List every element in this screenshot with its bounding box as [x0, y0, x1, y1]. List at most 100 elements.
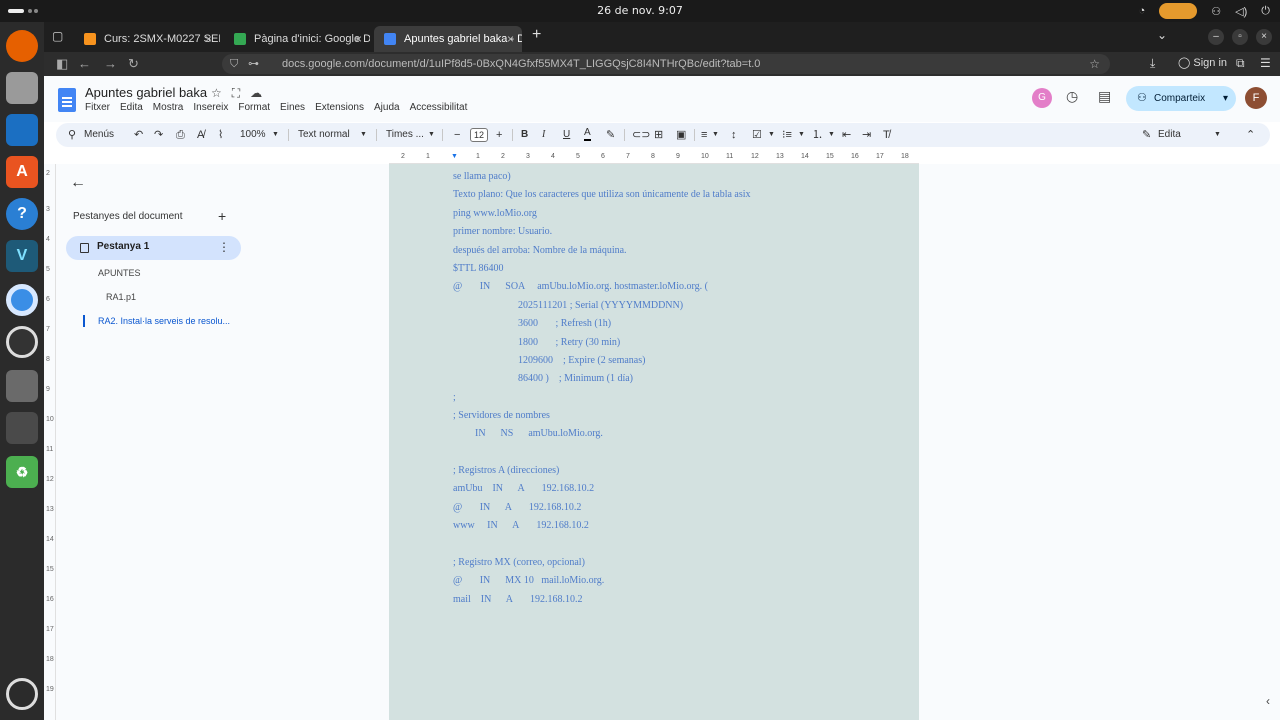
reload-icon[interactable]: ↻ — [128, 56, 139, 72]
virtualbox-icon[interactable]: V — [6, 240, 38, 272]
zoom-dropdown-icon[interactable]: ▼ — [272, 123, 279, 147]
clear-formatting-icon[interactable]: T̸ — [883, 123, 890, 147]
account-avatar[interactable]: F — [1245, 87, 1267, 109]
trash-icon[interactable]: ♻ — [6, 456, 38, 488]
underline-icon[interactable]: U — [563, 123, 570, 147]
address-bar[interactable]: ⛉ ⊶ docs.google.com/document/d/1uIPf8d5-… — [222, 54, 1110, 74]
search-menus-input[interactable]: Menús — [84, 123, 114, 147]
search-icon[interactable]: ⚲ — [68, 123, 76, 147]
minimize-icon[interactable]: – — [1208, 29, 1224, 45]
font-select[interactable]: Times ... — [386, 123, 424, 147]
chromium-icon[interactable] — [6, 284, 38, 316]
line-spacing-icon[interactable]: ↕ — [731, 123, 737, 147]
menu-accessibility[interactable]: Accessibilitat — [410, 102, 468, 113]
add-comment-icon[interactable]: ⊞ — [654, 123, 663, 147]
browser-menu-icon[interactable]: ☰ — [1260, 56, 1271, 70]
menu-help[interactable]: Ajuda — [374, 102, 400, 113]
close-window-icon[interactable]: × — [1256, 29, 1272, 45]
writer-icon[interactable] — [6, 114, 38, 146]
help-icon[interactable]: ? — [6, 198, 38, 230]
version-history-icon[interactable]: ◷ — [1066, 88, 1078, 105]
menu-edit[interactable]: Edita — [120, 102, 143, 113]
insert-image-icon[interactable]: ▣ — [676, 123, 686, 147]
decrease-font-size-icon[interactable]: − — [454, 123, 460, 147]
forward-icon[interactable]: → — [104, 56, 117, 71]
collaborator-avatar[interactable]: G — [1032, 88, 1052, 108]
outline-item-apuntes[interactable]: APUNTES — [98, 268, 141, 278]
checklist-dropdown-icon[interactable]: ▼ — [768, 123, 775, 147]
highlight-color-icon[interactable]: ✎ — [606, 123, 615, 147]
files-icon[interactable] — [6, 72, 38, 104]
align-icon[interactable]: ≡ — [701, 123, 707, 147]
zoom-select[interactable]: 100% — [240, 123, 266, 147]
system-clock[interactable]: 26 de nov. 9:07 — [0, 4, 1280, 17]
document-page[interactable]: se llama paco) Texto plano: Que los cara… — [389, 164, 919, 720]
tab-moodle-course[interactable]: Curs: 2SMX-M0227 SERVE × — [74, 26, 220, 52]
site-info-icon[interactable]: ⊶ — [248, 54, 259, 74]
outline-item-ra1[interactable]: RA1.p1 — [106, 292, 136, 302]
menu-tools[interactable]: Eines — [280, 102, 305, 113]
vertical-ruler[interactable]: 2 3 4 5 6 7 8 9 10 11 12 13 14 15 16 17 … — [44, 164, 56, 720]
undo-icon[interactable]: ↶ — [134, 123, 143, 147]
horizontal-ruler[interactable]: 2 1 ▼ 1 2 3 4 5 6 7 8 9 10 11 12 13 14 1… — [389, 152, 919, 164]
sign-in-button[interactable]: ◯ Sign in — [1178, 56, 1227, 69]
pencil-icon[interactable]: ✎ — [1142, 123, 1151, 147]
tab-close-icon[interactable]: × — [205, 26, 212, 52]
numbered-list-icon[interactable]: ⒈ — [812, 123, 823, 147]
star-icon[interactable]: ☆ — [211, 86, 222, 101]
download-icon[interactable]: ⤓ — [1150, 56, 1155, 71]
firefox-icon[interactable] — [6, 30, 38, 62]
network-icon[interactable]: ⚇ — [1211, 5, 1221, 18]
style-dropdown-icon[interactable]: ▼ — [360, 123, 367, 147]
hide-menus-icon[interactable]: ⌃ — [1246, 123, 1255, 147]
font-size-input[interactable]: 12 — [470, 128, 488, 142]
power-icon[interactable]: ⏻ — [1261, 5, 1270, 18]
add-tab-icon[interactable]: + — [218, 208, 226, 224]
volume-icon[interactable]: ◁) — [1235, 5, 1247, 18]
screen-recorder-icon[interactable] — [1159, 3, 1198, 19]
bulleted-list-dropdown-icon[interactable]: ▼ — [798, 123, 805, 147]
back-icon[interactable]: ← — [78, 56, 91, 71]
tab-close-icon[interactable]: × — [507, 26, 514, 52]
redo-icon[interactable]: ↷ — [154, 123, 163, 147]
side-panel-icon[interactable]: ◧ — [56, 56, 68, 72]
app-tray-icon[interactable]: ◔ — [1139, 5, 1146, 17]
checklist-icon[interactable]: ☑ — [752, 123, 762, 147]
increase-font-size-icon[interactable]: + — [496, 123, 502, 147]
insert-link-icon[interactable]: ⊂⊃ — [632, 123, 650, 147]
app-center-icon[interactable]: A — [6, 156, 38, 188]
show-apps-icon[interactable] — [6, 678, 38, 710]
move-folder-icon[interactable]: ⛶ — [232, 86, 240, 101]
doc-link[interactable]: www.loMio.org — [473, 208, 537, 219]
font-dropdown-icon[interactable]: ▼ — [428, 123, 435, 147]
paint-format-icon[interactable]: ⌇ — [218, 123, 223, 147]
indent-marker-icon[interactable]: ▼ — [451, 153, 458, 160]
tab-list-chevron-icon[interactable]: ⌄ — [1157, 28, 1167, 42]
decrease-indent-icon[interactable]: ⇤ — [842, 123, 851, 147]
ssd-drive-icon[interactable] — [6, 370, 38, 402]
menu-extensions[interactable]: Extensions — [315, 102, 364, 113]
explore-chevron-icon[interactable]: ‹ — [1266, 694, 1270, 708]
share-button[interactable]: ⚇ Comparteix ▾ — [1126, 86, 1236, 111]
document-title[interactable]: Apuntes gabriel baka — [85, 85, 207, 100]
tab-options-icon[interactable]: ⋮ — [218, 240, 230, 254]
url-text[interactable]: docs.google.com/document/d/1uIPf8d5-0BxQ… — [282, 58, 760, 70]
bold-icon[interactable]: B — [521, 123, 528, 147]
numbered-list-dropdown-icon[interactable]: ▼ — [828, 123, 835, 147]
spellcheck-icon[interactable]: A̸ — [197, 123, 204, 147]
mode-dropdown-icon[interactable]: ▼ — [1214, 123, 1221, 147]
shield-icon[interactable]: ⛉ — [230, 54, 238, 74]
align-dropdown-icon[interactable]: ▼ — [712, 123, 719, 147]
text-color-icon[interactable]: A — [584, 123, 591, 141]
print-icon[interactable]: ⎙ — [176, 123, 185, 147]
menu-format[interactable]: Format — [238, 102, 270, 113]
share-dropdown-icon[interactable]: ▾ — [1223, 86, 1228, 111]
outline-item-ra2[interactable]: RA2. Instal·la serveis de resolu... — [98, 316, 230, 326]
close-outline-arrow-icon[interactable]: ← — [70, 174, 86, 192]
menu-file[interactable]: Fitxer — [85, 102, 110, 113]
new-tab-button[interactable]: + — [532, 26, 541, 44]
maximize-icon[interactable]: ▫ — [1232, 29, 1248, 45]
cloud-saved-icon[interactable]: ☁ — [250, 86, 262, 101]
comments-icon[interactable]: ▤ — [1098, 88, 1111, 105]
style-select[interactable]: Text normal — [298, 123, 350, 147]
